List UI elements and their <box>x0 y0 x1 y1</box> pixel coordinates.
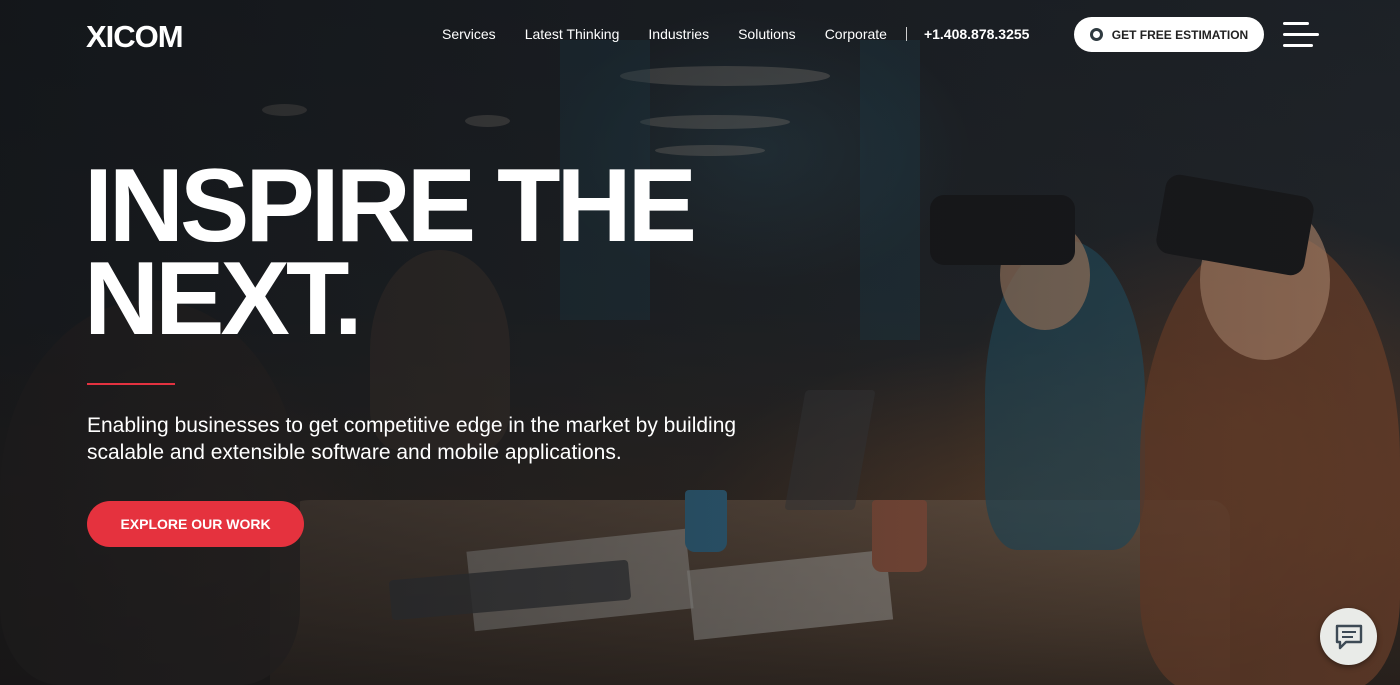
phone-number-link[interactable]: +1.408.878.3255 <box>924 26 1030 42</box>
nav-divider <box>905 27 907 41</box>
ring-icon <box>1089 28 1103 41</box>
chat-widget-button[interactable] <box>1320 608 1377 665</box>
hero-subheadline: Enabling businesses to get competitive e… <box>87 414 737 464</box>
nav-item-latest-thinking[interactable]: Latest Thinking <box>525 26 620 42</box>
xicom-logo[interactable]: XICOM <box>86 19 184 55</box>
explore-our-work-button[interactable]: EXPLORE OUR WORK <box>87 501 304 547</box>
nav-item-services[interactable]: Services <box>442 26 496 42</box>
main-nav: Services Latest Thinking Industries Solu… <box>442 26 1029 42</box>
hamburger-icon <box>1283 22 1309 25</box>
hamburger-menu-button[interactable] <box>1283 20 1319 50</box>
hero-headline: INSPIRE THE NEXT. <box>84 148 784 357</box>
hero-headline-line-1: INSPIRE THE <box>84 148 697 264</box>
chat-icon <box>1335 624 1362 649</box>
nav-item-solutions[interactable]: Solutions <box>738 26 796 42</box>
nav-item-corporate[interactable]: Corporate <box>825 26 887 42</box>
get-free-estimation-button[interactable]: GET FREE ESTIMATION <box>1074 17 1264 52</box>
accent-divider <box>87 383 175 385</box>
nav-item-industries[interactable]: Industries <box>648 26 709 42</box>
site-header: XICOM Services Latest Thinking Industrie… <box>0 0 1400 70</box>
get-free-estimation-label: GET FREE ESTIMATION <box>1111 27 1249 42</box>
hero-headline-line-2: NEXT. <box>84 241 363 357</box>
